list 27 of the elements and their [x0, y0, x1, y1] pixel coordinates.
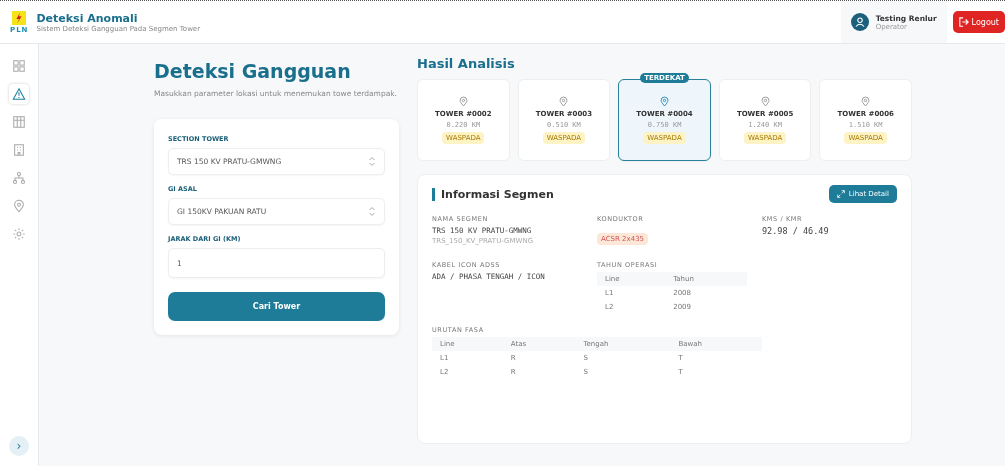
location-icon [558, 96, 570, 107]
expand-icon [836, 190, 845, 198]
settings-icon [12, 227, 26, 241]
location-icon [759, 96, 771, 107]
grid-icon [12, 59, 26, 73]
lightning-icon [12, 10, 27, 25]
app-title: Deteksi Anomali [36, 11, 139, 25]
expand-sidebar-button[interactable]: › [9, 436, 29, 456]
logout-icon [958, 17, 969, 27]
logout-button[interactable]: Logout [952, 11, 1005, 33]
warning-icon [12, 87, 26, 101]
chevron-updown-icon [368, 206, 376, 218]
table-icon [12, 115, 26, 129]
page-title: Deteksi Gangguan [154, 60, 352, 82]
location-icon [860, 96, 872, 107]
location-icon [12, 199, 26, 213]
section-title: Hasil Analisis [417, 56, 516, 71]
building-icon [12, 143, 26, 157]
avatar-icon [850, 13, 869, 31]
info-value: 92.98 / 46.49 [762, 226, 830, 236]
chevron-updown-icon [368, 156, 376, 168]
location-icon [659, 96, 670, 107]
card-title: Informasi Segmen [432, 187, 554, 201]
location-icon [457, 96, 469, 107]
search-tower-button[interactable]: Cari Tower [168, 292, 385, 322]
network-icon [12, 171, 26, 185]
sidebar-item[interactable] [9, 84, 29, 104]
